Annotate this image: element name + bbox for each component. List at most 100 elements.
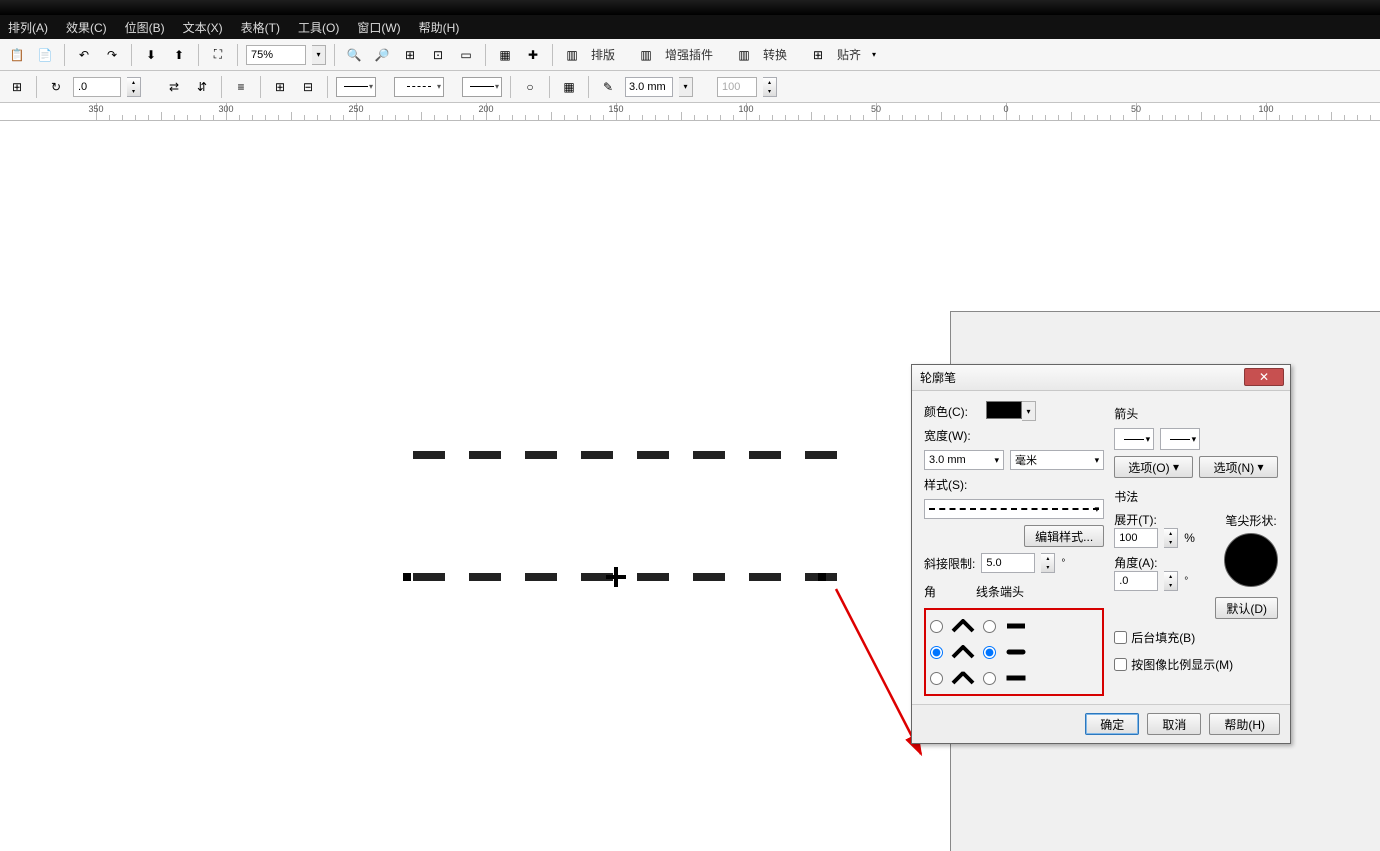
corner-bevel-radio[interactable] [930,672,943,685]
bg-fill-label: 后台填充(B) [1131,629,1195,646]
wrap-icon[interactable]: ▦ [558,76,580,98]
scale-checkbox[interactable] [1114,658,1127,671]
plugin-label[interactable]: 增强插件 [665,46,713,63]
color-dropdown[interactable]: ▾ [1022,401,1036,421]
outline-pen-dialog: 轮廓笔 ✕ 颜色(C): ▾ 宽度(W): 3.0 mm 毫米 样式(S): 编… [911,364,1291,744]
arrow-start-dropdown[interactable] [1114,428,1154,450]
outline-width[interactable]: 3.0 mm [625,77,673,97]
angle-spinner[interactable]: ▴▾ [1164,571,1178,591]
copy-icon[interactable]: 📋 [6,44,28,66]
convert-label[interactable]: 转换 [763,46,787,63]
guides-icon[interactable]: ✚ [522,44,544,66]
degree-icon2: ° [1184,576,1188,587]
pct-input [717,77,757,97]
pos-icon[interactable]: ⊞ [6,76,28,98]
zoom-page-icon[interactable]: ▭ [455,44,477,66]
corner-cap-group [924,608,1104,696]
flip-v-icon[interactable]: ⇵ [191,76,213,98]
options1-button[interactable]: 选项(O) ▾ [1114,456,1193,478]
zoom-sel-icon[interactable]: ⊡ [427,44,449,66]
dialog-footer: 确定 取消 帮助(H) [912,704,1290,743]
scale-label: 按图像比例显示(M) [1131,656,1233,673]
zoom-out-icon[interactable]: 🔎 [371,44,393,66]
horizontal-ruler: 35030025020015010050050100150 [0,103,1380,121]
menu-effects[interactable]: 效果(C) [66,19,107,35]
menu-bitmap[interactable]: 位图(B) [125,19,165,35]
default-button[interactable]: 默认(D) [1215,597,1278,619]
convert-icon[interactable]: ▥ [733,44,755,66]
layout-label[interactable]: 排版 [591,46,615,63]
selection-handle-right[interactable] [818,573,826,581]
outline-icon[interactable]: ✎ [597,76,619,98]
close-curve-icon[interactable]: ○ [519,76,541,98]
rotation-spinner[interactable]: ▴▾ [127,77,141,97]
miter-label: 斜接限制: [924,555,975,572]
end-arrow-dropdown[interactable] [462,77,502,97]
export-icon[interactable]: ⬆ [168,44,190,66]
window-titlebar [0,0,1380,15]
selection-handle-left[interactable] [403,573,411,581]
pct-spinner: ▴▾ [763,77,777,97]
main-toolbar: 📋 📄 ↶ ↷ ⬇ ⬆ ⛶ ▾ 🔍 🔎 ⊞ ⊡ ▭ ▦ ✚ ▥ 排版 ▥ 增强插… [0,39,1380,71]
grid-icon[interactable]: ▦ [494,44,516,66]
miter-spinner[interactable]: ▴▾ [1041,553,1055,573]
group-icon[interactable]: ⊞ [269,76,291,98]
undo-icon[interactable]: ↶ [73,44,95,66]
width-combo[interactable]: 3.0 mm [924,450,1004,470]
zoom-input[interactable] [246,45,306,65]
paste-icon[interactable]: 📄 [34,44,56,66]
bg-fill-checkbox[interactable] [1114,631,1127,644]
corner-round-radio[interactable] [930,646,943,659]
zoom-dropdown[interactable]: ▾ [312,45,326,65]
zoom-in-icon[interactable]: 🔍 [343,44,365,66]
import-icon[interactable]: ⬇ [140,44,162,66]
close-button[interactable]: ✕ [1244,368,1284,386]
spread-input[interactable] [1114,528,1158,548]
unit-combo[interactable]: 毫米 [1010,450,1104,470]
ok-button[interactable]: 确定 [1085,713,1139,735]
dialog-title[interactable]: 轮廓笔 [912,365,1290,391]
ungroup-icon[interactable]: ⊟ [297,76,319,98]
selection-center-marker[interactable] [606,567,626,587]
zoom-fit-icon[interactable]: ⛶ [207,44,229,66]
edit-style-button[interactable]: 编辑样式... [1024,525,1104,547]
cap-square-radio[interactable] [983,672,996,685]
help-button[interactable]: 帮助(H) [1209,713,1280,735]
menu-window[interactable]: 窗口(W) [357,19,400,35]
start-arrow-dropdown[interactable] [336,77,376,97]
arrow-end-dropdown[interactable] [1160,428,1200,450]
menu-bar: 排列(A) 效果(C) 位图(B) 文本(X) 表格(T) 工具(O) 窗口(W… [0,15,1380,39]
menu-help[interactable]: 帮助(H) [419,19,460,35]
rotation-input[interactable] [73,77,121,97]
menu-text[interactable]: 文本(X) [183,19,223,35]
plugin-icon[interactable]: ▥ [635,44,657,66]
menu-table[interactable]: 表格(T) [241,19,280,35]
menu-tools[interactable]: 工具(O) [298,19,339,35]
snap-label[interactable]: 贴齐 [837,46,861,63]
spread-spinner[interactable]: ▴▾ [1164,528,1178,548]
corner-label: 角 [924,583,936,600]
percent-icon: % [1184,531,1195,545]
cap-flat-radio[interactable] [983,620,996,633]
rotate-icon: ↻ [45,76,67,98]
style-strip[interactable] [924,499,1104,519]
cancel-button[interactable]: 取消 [1147,713,1201,735]
align-icon[interactable]: ≡ [230,76,252,98]
layout-icon[interactable]: ▥ [561,44,583,66]
angle-label: 角度(A): [1114,554,1157,571]
cap-round-radio[interactable] [983,646,996,659]
snap-icon[interactable]: ⊞ [807,44,829,66]
redo-icon[interactable]: ↷ [101,44,123,66]
outline-width-dropdown[interactable]: ▾ [679,77,693,97]
corner-miter-radio[interactable] [930,620,943,633]
snap-dropdown[interactable]: ▾ [867,45,881,65]
line-style-dropdown[interactable] [394,77,444,97]
color-swatch[interactable] [986,401,1022,419]
flip-h-icon[interactable]: ⇄ [163,76,185,98]
options2-button[interactable]: 选项(N) ▾ [1199,456,1278,478]
degree-icon: ° [1061,558,1065,569]
miter-input[interactable] [981,553,1035,573]
zoom-all-icon[interactable]: ⊞ [399,44,421,66]
angle-input[interactable] [1114,571,1158,591]
menu-arrange[interactable]: 排列(A) [8,19,48,35]
